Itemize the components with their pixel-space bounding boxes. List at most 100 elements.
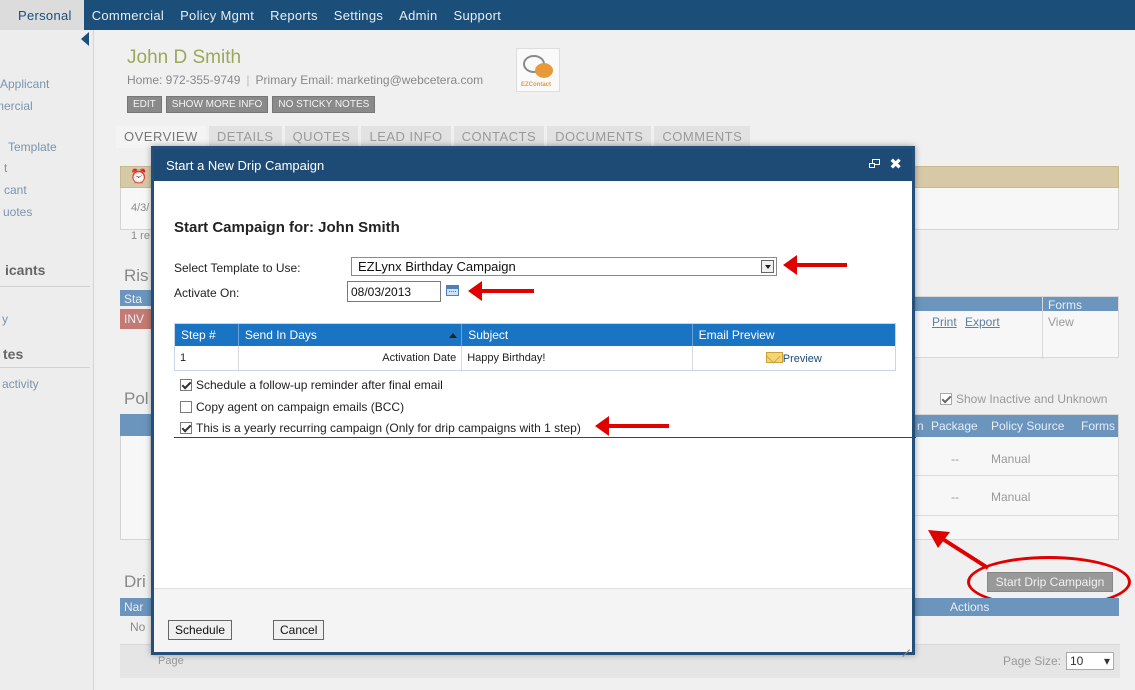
sidebar-item-y[interactable]: y	[2, 312, 8, 326]
drip-table-header-right: Actions	[914, 598, 1119, 616]
yearly-recurring-checkbox[interactable]	[180, 422, 192, 434]
policies-heading: Pol	[124, 389, 149, 408]
risk-table-right-header	[915, 297, 1118, 311]
no-sticky-notes-button[interactable]: NO STICKY NOTES	[272, 96, 376, 113]
follow-up-reminder-checkbox[interactable]	[180, 379, 192, 391]
nav-tab-commercial[interactable]: Commercial	[84, 0, 172, 30]
show-inactive-label: Show Inactive and Unknown	[956, 392, 1108, 406]
chevron-down-icon[interactable]	[761, 260, 774, 273]
sidebar-item-applicant-2[interactable]: cant	[4, 183, 27, 197]
tab-quotes[interactable]: QUOTES	[284, 126, 359, 148]
show-inactive-toggle[interactable]: Show Inactive and Unknown	[940, 392, 1107, 406]
risk-table-header: Sta	[120, 290, 151, 306]
sort-ascending-icon	[449, 333, 458, 338]
reminder-count: 1 re	[131, 230, 150, 242]
policies-col-source: Policy Source	[991, 419, 1065, 433]
row-divider	[915, 475, 1118, 476]
close-icon[interactable]: ✖	[889, 155, 902, 173]
sidebar-heading-applicants: icants	[5, 262, 46, 278]
tab-documents[interactable]: DOCUMENTS	[547, 126, 652, 148]
ezcontact-logo-label: EZContact	[521, 82, 551, 88]
home-phone: Home: 972-355-9749	[127, 73, 241, 87]
annotation-arrow-template	[783, 255, 847, 275]
tab-contacts[interactable]: CONTACTS	[453, 126, 545, 148]
sidebar-divider-2	[0, 367, 90, 368]
collapse-sidebar-icon[interactable]	[81, 32, 89, 46]
policy-package: --	[951, 452, 959, 466]
activate-on-label: Activate On:	[174, 286, 240, 300]
edit-button[interactable]: EDIT	[127, 96, 162, 113]
nav-tab-admin[interactable]: Admin	[391, 0, 445, 30]
option-yearly-recurring[interactable]: This is a yearly recurring campaign (Onl…	[180, 421, 581, 435]
option-follow-up-reminder[interactable]: Schedule a follow-up reminder after fina…	[180, 378, 443, 392]
resize-grip-icon[interactable]	[900, 640, 910, 650]
sidebar-item-applicant[interactable]: Applicant	[0, 77, 49, 91]
drip-no-records: No	[130, 620, 146, 634]
table-row: 1 Activation Date Happy Birthday! Previe…	[175, 346, 895, 370]
actions-column-header: Actions	[950, 600, 990, 614]
nav-tab-personal[interactable]: Personal	[0, 0, 84, 30]
show-more-info-button[interactable]: SHOW MORE INFO	[165, 96, 269, 113]
contact-info-line: Home: 972-355-9749 | Primary Email: market…	[127, 73, 484, 87]
drip-heading: Dri	[124, 572, 146, 591]
col-step[interactable]: Step #	[175, 324, 239, 346]
schedule-button[interactable]: Schedule	[168, 620, 233, 640]
template-select[interactable]: EZLynx Birthday Campaign	[351, 257, 777, 276]
sidebar-item-activity[interactable]: activity	[2, 377, 39, 391]
ezcontact-logo[interactable]: EZContact	[516, 48, 560, 92]
tab-details[interactable]: DETAILS	[208, 126, 282, 148]
col-subject[interactable]: Subject	[462, 324, 693, 346]
col-send-in-days[interactable]: Send In Days	[239, 324, 463, 346]
policies-table: n Package Policy Source Forms -- Manual …	[914, 414, 1119, 540]
template-selected-value: EZLynx Birthday Campaign	[358, 259, 516, 274]
tab-lead-info[interactable]: LEAD INFO	[361, 126, 451, 148]
risk-heading: Ris	[124, 266, 149, 285]
contact-name: John D Smith	[127, 47, 242, 68]
annotation-arrow-yearly	[595, 416, 669, 436]
page-size-control: Page Size: 10 ▾	[1003, 652, 1114, 670]
cancel-button[interactable]: Cancel	[273, 620, 325, 640]
campaign-heading: Start Campaign for: John Smith	[174, 219, 400, 236]
restore-window-icon[interactable]	[869, 159, 880, 169]
annotation-arrow-diagonal	[928, 530, 990, 570]
nav-tab-support[interactable]: Support	[446, 0, 510, 30]
nav-tab-policy-mgmt[interactable]: Policy Mgmt	[172, 0, 262, 30]
copy-agent-bcc-checkbox[interactable]	[180, 401, 192, 413]
sidebar-item-commercial[interactable]: mercial	[0, 99, 33, 113]
yearly-recurring-label: This is a yearly recurring campaign (Onl…	[196, 421, 581, 435]
contact-actions: EDIT SHOW MORE INFO NO STICKY NOTES	[127, 96, 376, 113]
calendar-icon[interactable]	[446, 285, 459, 296]
print-link[interactable]: Print	[932, 315, 957, 329]
envelope-icon[interactable]	[765, 352, 783, 363]
reminder-date: 4/3/	[131, 202, 150, 214]
subject-value: Happy Birthday!	[462, 346, 693, 370]
sidebar-item-template[interactable]: Template	[8, 140, 57, 154]
dialog-title-bar[interactable]: Start a New Drip Campaign ✖	[154, 149, 912, 181]
sidebar-item-t[interactable]: t	[4, 161, 7, 175]
page-size-select[interactable]: 10 ▾	[1066, 652, 1114, 670]
options-divider	[174, 437, 916, 438]
policy-source-2: Manual	[991, 490, 1031, 504]
view-link[interactable]: View	[1048, 315, 1074, 329]
activate-on-date-input[interactable]: 08/03/2013	[347, 281, 441, 302]
preview-link[interactable]: Preview	[783, 353, 822, 365]
sidebar-item-quotes[interactable]: uotes	[3, 205, 32, 219]
drip-campaign-dialog: Start a New Drip Campaign ✖ Start Campai…	[151, 146, 916, 655]
page-label: Page	[158, 655, 184, 667]
step-number: 1	[175, 346, 239, 370]
primary-email: Primary Email: marketing@webcetera.com	[255, 73, 484, 87]
export-link[interactable]: Export	[965, 315, 1000, 329]
show-inactive-checkbox[interactable]	[940, 393, 952, 405]
campaign-steps-table: Step # Send In Days Subject Email Previe…	[174, 323, 896, 371]
tab-overview[interactable]: OVERVIEW	[116, 126, 206, 148]
policy-source: Manual	[991, 452, 1031, 466]
policies-table-header-left	[120, 414, 151, 436]
nav-tab-settings[interactable]: Settings	[326, 0, 391, 30]
tab-comments[interactable]: COMMENTS	[654, 126, 751, 148]
option-copy-agent-bcc[interactable]: Copy agent on campaign emails (BCC)	[180, 400, 404, 414]
col-email-preview[interactable]: Email Preview	[693, 324, 895, 346]
row-divider-2	[915, 515, 1118, 516]
col-send-in-days-label: Send In Days	[244, 328, 317, 342]
risk-status-invalid: INV	[120, 309, 151, 329]
nav-tab-reports[interactable]: Reports	[262, 0, 326, 30]
